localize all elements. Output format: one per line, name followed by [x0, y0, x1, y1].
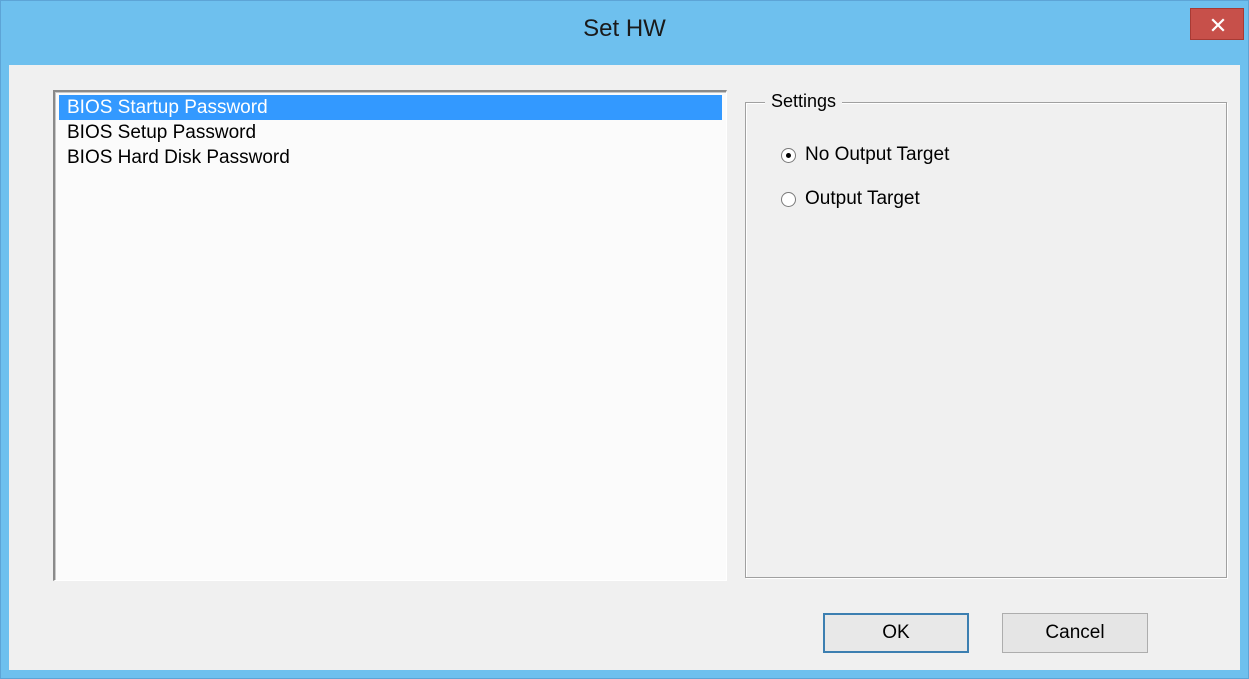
radio-label: No Output Target — [805, 144, 950, 165]
window-title: Set HW — [583, 15, 666, 42]
list-item[interactable]: BIOS Hard Disk Password — [59, 145, 722, 170]
list-item[interactable]: BIOS Startup Password — [59, 95, 722, 120]
cancel-button[interactable]: Cancel — [1002, 613, 1148, 653]
radio-no-output-target[interactable]: No Output Target — [781, 143, 949, 167]
radio-label: Output Target — [805, 188, 920, 209]
title-bar[interactable]: Set HW — [1, 1, 1248, 65]
settings-groupbox — [745, 102, 1227, 578]
settings-legend: Settings — [765, 91, 843, 112]
radio-button-checked[interactable] — [781, 147, 796, 163]
radio-output-target[interactable]: Output Target — [781, 187, 920, 211]
close-icon — [1211, 18, 1225, 32]
close-button[interactable] — [1190, 8, 1244, 40]
ok-button[interactable]: OK — [823, 613, 969, 653]
dialog-window: Set HW BIOS Startup Password BIOS Setup … — [0, 0, 1249, 679]
dialog-body: BIOS Startup Password BIOS Setup Passwor… — [9, 65, 1240, 670]
list-item[interactable]: BIOS Setup Password — [59, 120, 722, 145]
password-listbox[interactable]: BIOS Startup Password BIOS Setup Passwor… — [53, 90, 727, 581]
radio-button-unchecked[interactable] — [781, 191, 796, 207]
